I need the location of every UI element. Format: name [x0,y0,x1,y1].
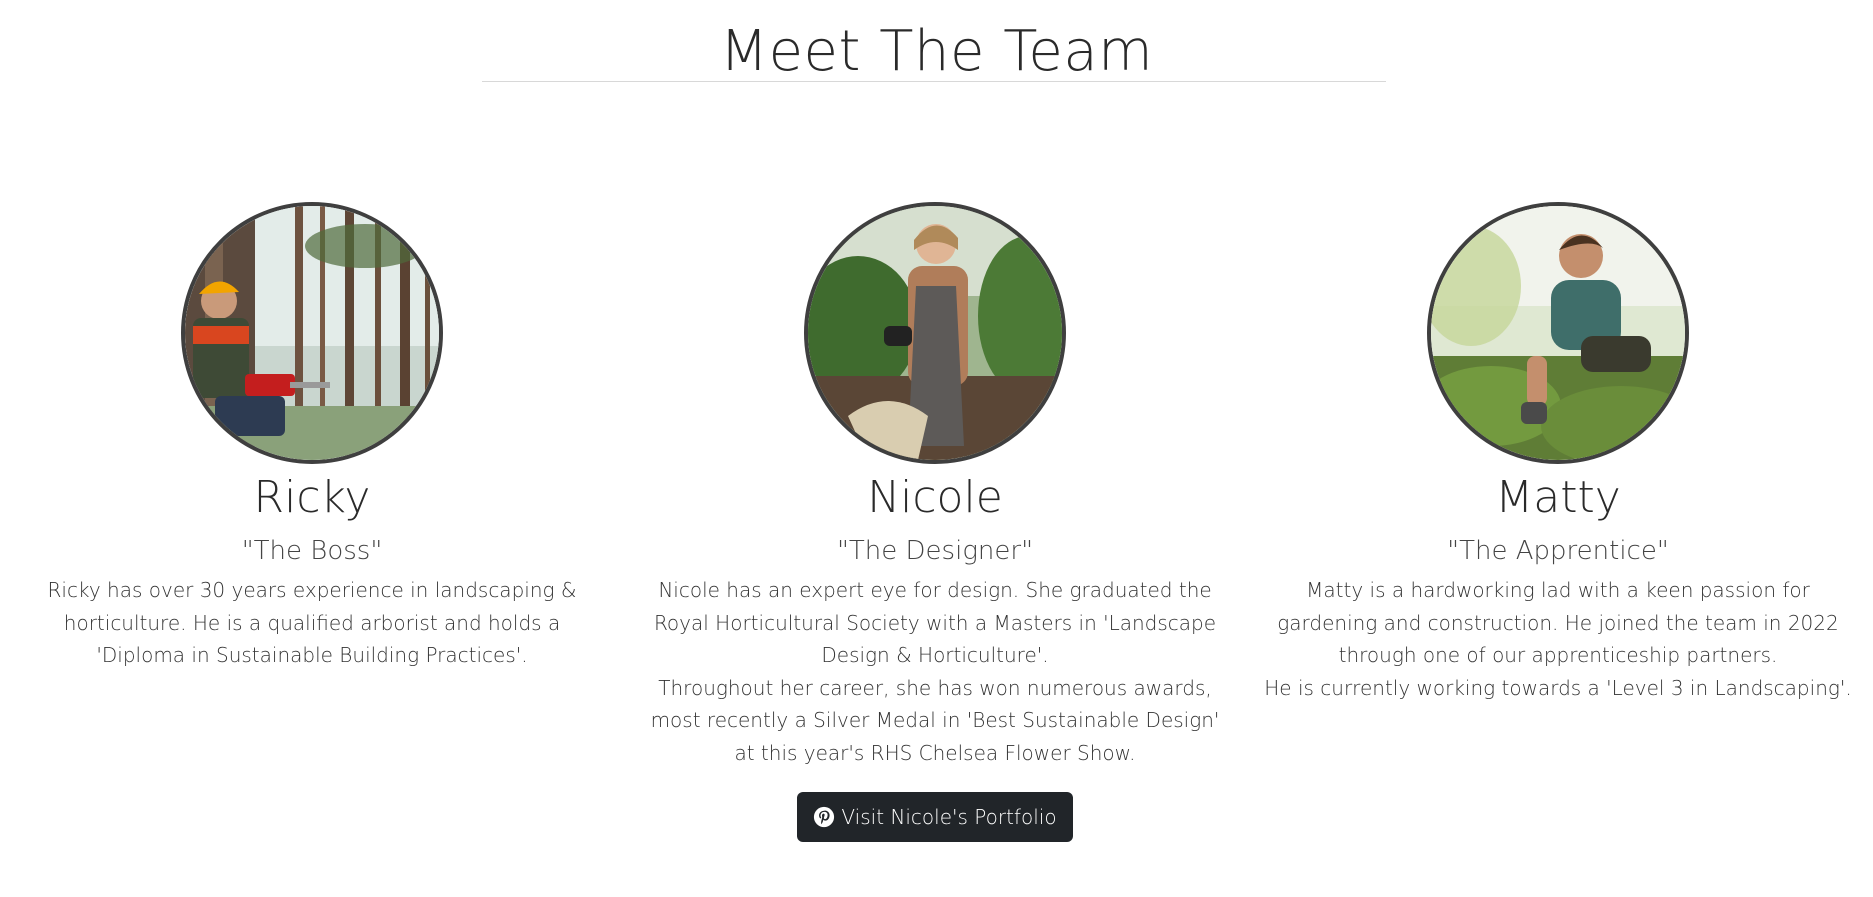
pinterest-icon [813,806,835,828]
person-arborist-photo [185,206,439,460]
bio-paragraph: Throughout her career, she has won numer… [650,675,1220,765]
bio-paragraph: Nicole has an expert eye for design. She… [653,578,1217,668]
team-card-ricky: Ricky "The Boss" Ricky has over 30 years… [18,202,606,672]
person-apprentice-photo [1431,206,1685,460]
member-role: "The Designer" [836,536,1034,566]
section-title: Meet The Team [719,19,1154,84]
member-bio: Nicole has an expert eye for design. She… [641,574,1229,770]
member-name: Nicole [867,472,1003,523]
avatar-nicole [804,202,1066,464]
bio-paragraph: Ricky has over 30 years experience in la… [47,578,577,668]
bio-paragraph: Matty is a hardworking lad with a keen p… [1277,578,1839,668]
member-role: "The Boss" [241,536,383,566]
member-bio: Matty is a hardworking lad with a keen p… [1264,574,1852,704]
team-page: Meet The Team Ricky "The Boss" Ricky has… [0,0,1873,897]
team-card-nicole: Nicole "The Designer" Nicole has an expe… [641,202,1229,842]
member-bio: Ricky has over 30 years experience in la… [18,574,606,672]
portfolio-button-label: Visit Nicole's Portfolio [841,804,1057,829]
member-name: Matty [1495,472,1621,523]
bio-paragraph: He is currently working towards a 'Level… [1264,675,1852,700]
avatar-ricky [181,202,443,464]
title-divider [482,81,1386,82]
avatar-matty [1427,202,1689,464]
member-role: "The Apprentice" [1447,536,1669,566]
member-name: Ricky [253,472,371,523]
visit-portfolio-button[interactable]: Visit Nicole's Portfolio [797,791,1073,842]
team-card-matty: Matty "The Apprentice" Matty is a hardwo… [1264,202,1852,704]
person-gardener-photo [808,206,1062,460]
